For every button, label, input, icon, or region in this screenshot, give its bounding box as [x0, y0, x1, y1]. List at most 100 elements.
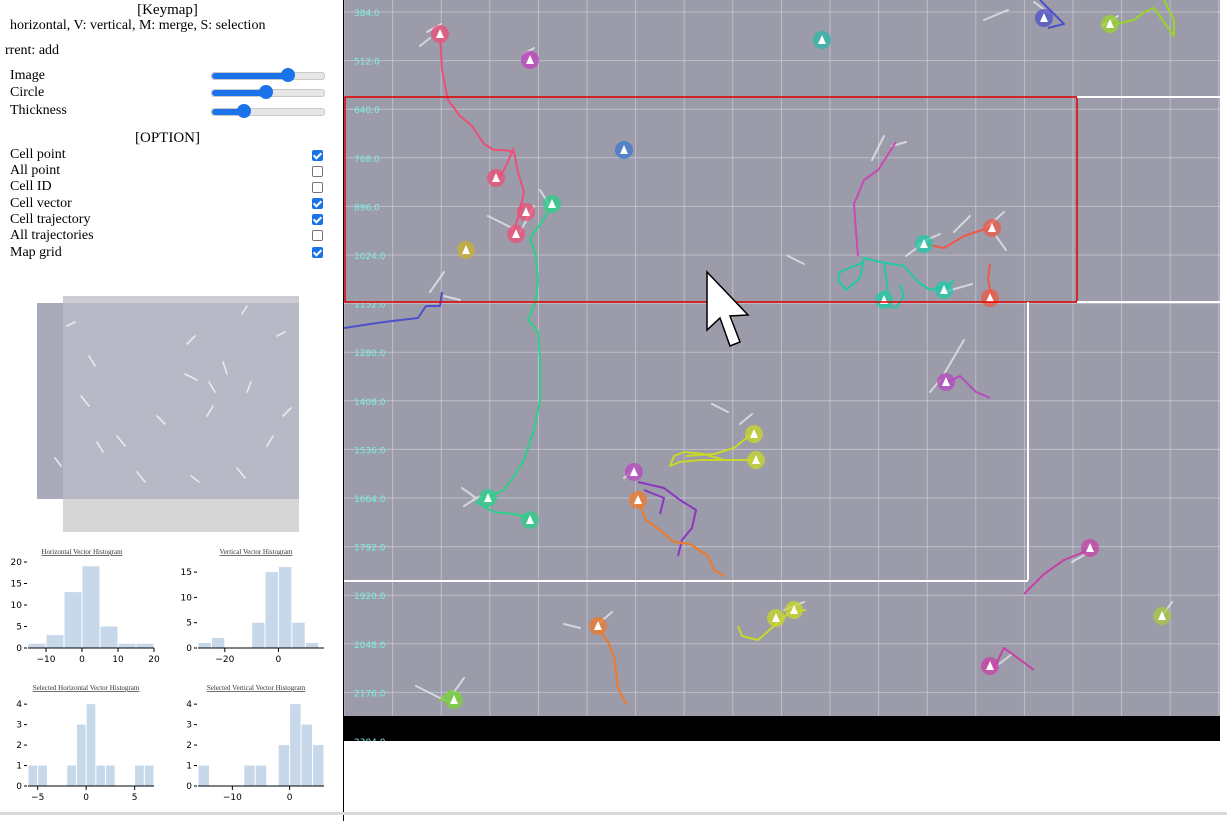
histogram-bar	[46, 635, 64, 648]
x-tick-label: 0	[83, 793, 89, 803]
option-all-trajectories-label: All trajectories	[10, 228, 94, 243]
histogram-bar	[38, 765, 47, 786]
slider-knob[interactable]	[281, 68, 296, 82]
circle-slider-label: Circle	[10, 85, 45, 100]
grid-row-label: 2048.0	[354, 641, 386, 651]
option-all-point-checkbox[interactable]	[312, 166, 323, 177]
x-tick-label: −20	[215, 655, 234, 665]
y-tick-label: 0	[16, 644, 22, 654]
y-tick-label: 15	[11, 580, 22, 590]
grid-row-label: 1536.0	[354, 446, 386, 456]
histogram-bar	[313, 745, 324, 786]
y-tick-label: 5	[186, 619, 192, 629]
y-tick-label: 4	[16, 700, 22, 710]
image-slider[interactable]	[211, 68, 325, 82]
x-tick-label: −10	[37, 655, 56, 665]
option-cell-id-label: Cell ID	[10, 179, 52, 194]
option-cell-point-checkbox[interactable]	[312, 150, 323, 161]
histogram-bar	[136, 643, 154, 648]
histogram-title: Selected Vertical Vector Histogram	[207, 684, 306, 692]
grid-row-label: 2304.0	[354, 738, 386, 741]
histogram-bar	[255, 765, 267, 786]
histogram-bar	[211, 637, 225, 648]
y-tick-label: 10	[11, 601, 23, 611]
option-cell-vector-label: Cell vector	[10, 196, 72, 211]
slider-knob[interactable]	[258, 85, 273, 99]
thickness-slider-label: Thickness	[10, 103, 67, 118]
histogram-bar	[28, 643, 46, 648]
histogram-bar	[64, 592, 82, 648]
option-all-trajectories-checkbox[interactable]	[312, 230, 323, 241]
histogram-bar	[265, 572, 278, 648]
microscopy-image	[344, 0, 1220, 716]
keymap-title: [Keymap]	[137, 2, 198, 18]
bottom-scroll-track[interactable]	[0, 812, 1227, 815]
histogram-bar	[86, 704, 96, 786]
histogram-bar	[135, 765, 144, 786]
current-mode: rrent: add	[5, 43, 60, 58]
circle-slider[interactable]	[211, 85, 325, 99]
y-tick-label: 0	[16, 782, 22, 792]
option-map-grid-checkbox[interactable]	[312, 247, 323, 258]
x-tick-label: −10	[223, 793, 242, 803]
x-tick-label: 5	[132, 793, 138, 803]
grid-row-label: 896.0	[354, 203, 380, 213]
histogram-bar	[118, 643, 136, 648]
histogram-bar	[290, 704, 301, 786]
option-cell-vector-checkbox[interactable]	[312, 198, 323, 209]
y-tick-label: 0	[186, 782, 192, 792]
option-cell-trajectory-checkbox[interactable]	[312, 214, 323, 225]
option-cell-point-label: Cell point	[10, 147, 66, 162]
histogram-bar	[82, 566, 100, 648]
y-tick-label: 20	[11, 558, 23, 568]
y-tick-label: 2	[16, 741, 22, 751]
y-tick-label: 1	[186, 762, 192, 772]
vertical-vector-histogram: Vertical Vector Histogram 0 5 10 15 −20 0	[181, 548, 324, 665]
x-tick-label: 0	[287, 793, 293, 803]
option-cell-trajectory-label: Cell trajectory	[10, 212, 91, 227]
histogram-bar	[28, 765, 38, 786]
histogram-bar	[252, 622, 265, 648]
grid-row-label: 1280.0	[354, 349, 386, 359]
y-tick-label: 15	[181, 568, 192, 578]
control-panel: [Keymap] horizontal, V: vertical, M: mer…	[0, 0, 343, 821]
y-tick-label: 5	[16, 623, 22, 633]
selected-horizontal-vector-histogram: Selected Horizontal Vector Histogram 0 1 2…	[16, 684, 154, 803]
histogram-bar	[67, 765, 76, 786]
histogram-bar	[76, 724, 86, 786]
histogram-title: Selected Horizontal Vector Histogram	[33, 684, 140, 692]
selected-vertical-vector-histogram: Selected Vertical Vector Histogram 0 1 2 3 4…	[186, 684, 324, 803]
histogram-bar	[278, 567, 292, 648]
keymap-text: horizontal, V: vertical, M: merge, S: se…	[10, 18, 266, 33]
option-all-point-label: All point	[10, 163, 61, 178]
x-tick-label: 0	[79, 655, 85, 665]
grid-row-label: 512.0	[354, 58, 380, 68]
grid-row-label: 640.0	[354, 106, 380, 116]
histogram-bar	[106, 765, 115, 786]
histogram-bar	[305, 642, 319, 648]
thickness-slider[interactable]	[211, 104, 325, 118]
x-tick-label: 20	[148, 655, 160, 665]
option-cell-id-checkbox[interactable]	[312, 182, 323, 193]
image-slider-label: Image	[10, 68, 45, 83]
histogram-bar	[301, 724, 313, 786]
histogram-bar	[96, 765, 106, 786]
x-tick-label: 10	[112, 655, 124, 665]
histogram-title: Vertical Vector Histogram	[220, 548, 294, 556]
y-tick-label: 10	[181, 593, 193, 603]
y-tick-label: 3	[16, 721, 22, 731]
histogram-title: Horizontal Vector Histogram	[41, 548, 123, 556]
grid-row-label: 1792.0	[354, 544, 386, 554]
histogram-bar	[292, 622, 305, 648]
histogram-bar	[198, 765, 209, 786]
slider-knob[interactable]	[237, 104, 252, 118]
minimap[interactable]	[37, 296, 299, 532]
histogram-bar	[198, 642, 211, 648]
cell-tracking-map[interactable]: 384.0512.0640.0768.0896.01024.01152.0128…	[344, 0, 1220, 741]
y-tick-label: 2	[186, 741, 192, 751]
y-tick-label: 0	[186, 644, 192, 654]
grid-row-label: 384.0	[354, 9, 380, 19]
grid-row-label: 1024.0	[354, 252, 386, 262]
horizontal-vector-histogram: Horizontal Vector Histogram 0 5 10 15 20 −10 0…	[11, 548, 160, 665]
option-map-grid-label: Map grid	[10, 245, 62, 260]
